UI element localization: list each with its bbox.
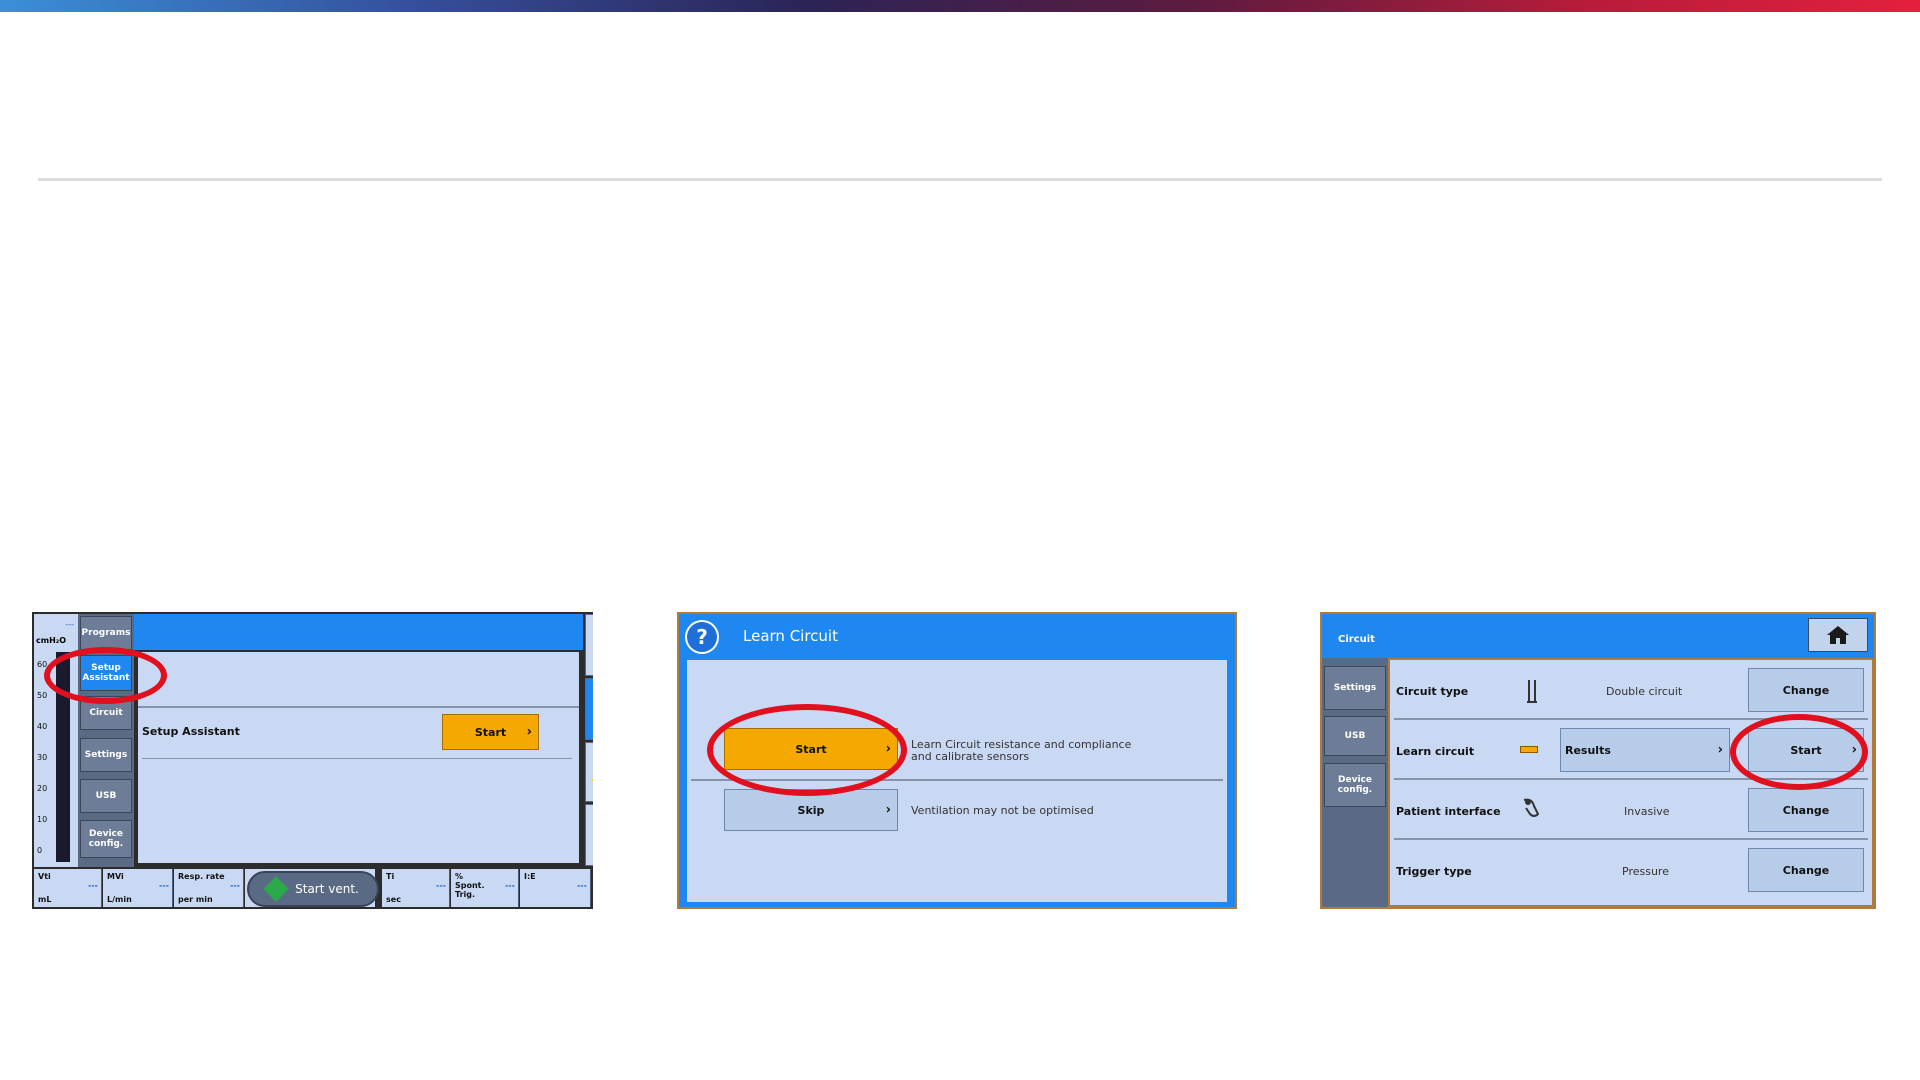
footer-label: Ti	[386, 872, 395, 881]
footer-mvi: MVi L/min ---	[103, 869, 173, 907]
tick-label: 40	[37, 722, 48, 731]
sidebar-item-programs[interactable]: Programs	[80, 616, 132, 650]
sidebar-item-settings[interactable]: Settings	[1324, 666, 1386, 710]
change-trigger-type-button[interactable]: Change	[1748, 848, 1864, 892]
highlight-circle	[707, 704, 907, 796]
change-label: Change	[1782, 863, 1830, 877]
footer-vti: Vti mL ---	[34, 869, 102, 907]
trigger-type-value: Pressure	[1622, 865, 1669, 878]
footer-ti: Ti sec ---	[382, 869, 450, 907]
sidebar-item-device-config[interactable]: Device config.	[1324, 763, 1386, 807]
footer-value: ---	[159, 881, 169, 890]
patient-interface-label: Patient interface	[1396, 805, 1501, 818]
row-divider	[1394, 838, 1868, 840]
footer-label: Vti	[38, 872, 51, 881]
patient-interface-icon	[1523, 798, 1540, 817]
footer-value: ---	[88, 881, 98, 890]
footer-value: ---	[505, 881, 515, 890]
patient-interface-value: Invasive	[1624, 805, 1670, 818]
footer-unit: mL	[38, 895, 52, 904]
start-button[interactable]: Start ›	[442, 714, 539, 750]
dialog-title: Learn Circuit	[743, 627, 838, 645]
chevron-right-icon: ›	[526, 724, 532, 740]
highlight-circle	[1730, 714, 1868, 790]
start-vent-label: Start vent.	[295, 882, 359, 896]
footer-label: I:E	[524, 872, 536, 881]
pressure-unit: cmH₂O	[36, 636, 67, 645]
footer-ie: I:E ---	[520, 869, 591, 907]
start-button-label: Start	[474, 725, 507, 739]
chevron-right-icon: ›	[1717, 742, 1723, 758]
circuit-type-label: Circuit type	[1396, 685, 1469, 698]
tick-label: 50	[37, 691, 48, 700]
start-description-line2: and calibrate sensors	[911, 750, 1030, 763]
skip-description: Ventilation may not be optimised	[911, 804, 1094, 817]
footer-value: ---	[436, 881, 446, 890]
change-label: Change	[1782, 683, 1830, 697]
chevron-right-icon: ›	[885, 802, 891, 818]
highlight-circle	[44, 647, 167, 704]
tick-label: 30	[37, 753, 48, 762]
setup-assistant-label: Setup Assistant	[142, 725, 240, 738]
screen-circuit-settings: Circuit Settings USB Device config. Circ…	[1320, 612, 1876, 909]
footer-value: ---	[577, 881, 587, 890]
info-icon[interactable]: i	[585, 804, 593, 866]
double-tube-icon	[1527, 680, 1537, 703]
screen-learn-circuit: ? Learn Circuit Start › Learn Circuit re…	[677, 612, 1237, 909]
tick-label: 20	[37, 784, 48, 793]
change-circuit-type-button[interactable]: Change	[1748, 668, 1864, 712]
main-header	[134, 614, 583, 650]
circuit-type-value: Double circuit	[1606, 685, 1683, 698]
footer-label: % Spont. Trig.	[455, 872, 485, 899]
results-button[interactable]: Results ›	[1560, 728, 1730, 772]
start-vent-button[interactable]: Start vent.	[247, 871, 379, 907]
circuit-header	[1322, 614, 1874, 658]
bell-icon[interactable]: 🔔	[585, 742, 593, 802]
tick-label: 10	[37, 815, 48, 824]
home-icon	[1827, 626, 1849, 644]
home-button[interactable]	[1808, 618, 1868, 652]
skip-label: Skip	[797, 803, 825, 817]
change-label: Change	[1782, 803, 1830, 817]
row-divider	[138, 706, 579, 708]
trigger-type-label: Trigger type	[1396, 865, 1472, 878]
footer-value: ---	[230, 881, 240, 890]
footer-label: Resp. rate	[178, 872, 225, 881]
footer-resp-rate: Resp. rate per min ---	[174, 869, 244, 907]
title-divider	[38, 178, 1882, 181]
sidebar-item-settings[interactable]: Settings	[80, 738, 132, 772]
sidebar-item-usb[interactable]: USB	[80, 779, 132, 813]
gauge-top-dashes: ---	[65, 620, 74, 629]
help-icon[interactable]: ?	[685, 620, 719, 654]
help-icon-inner: ?	[687, 622, 717, 652]
brand-gradient-bar	[0, 0, 1920, 12]
tick-label: 0	[37, 846, 43, 855]
change-patient-interface-button[interactable]: Change	[1748, 788, 1864, 832]
lungs-icon[interactable]: ⎋	[585, 614, 593, 676]
learn-circuit-label: Learn circuit	[1396, 745, 1475, 758]
screen-setup-assistant: --- cmH₂O 60 50 40 30 20 10 0 Programs S…	[32, 612, 593, 909]
results-label: Results	[1565, 743, 1611, 757]
checklist-icon[interactable]: ☑	[585, 678, 593, 740]
learn-status-indicator	[1520, 746, 1538, 753]
footer-unit: sec	[386, 895, 401, 904]
footer-unit: L/min	[107, 895, 132, 904]
sidebar-item-device-config[interactable]: Device config.	[80, 820, 132, 858]
row-divider	[142, 758, 572, 759]
footer-spont-trig: % Spont. Trig. ---	[451, 869, 519, 907]
tab-circuit[interactable]: Circuit	[1338, 634, 1375, 645]
footer-label: MVi	[107, 872, 124, 881]
footer-unit: per min	[178, 895, 213, 904]
sidebar-item-usb[interactable]: USB	[1324, 716, 1386, 756]
start-vent-icon	[263, 876, 289, 902]
